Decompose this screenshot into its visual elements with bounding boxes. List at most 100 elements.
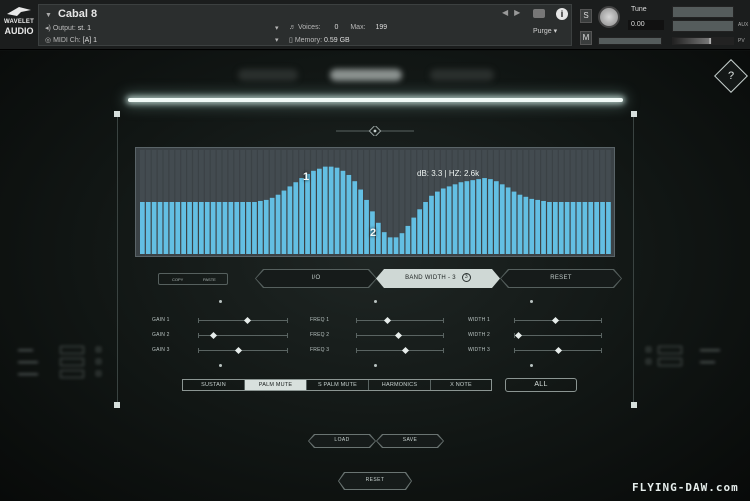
gain-1-slider[interactable] [198, 316, 288, 325]
page-tab-1[interactable] [238, 69, 298, 81]
page-tab-3[interactable] [430, 69, 494, 81]
tab-band-width[interactable]: BAND WIDTH - 3 3 [376, 269, 500, 288]
eq-bar [157, 202, 163, 254]
instrument-name[interactable]: ▼ Cabal 8 [45, 8, 97, 20]
info-icon[interactable]: i [556, 8, 568, 20]
save-button[interactable]: SAVE [376, 434, 444, 448]
right-side-dot[interactable] [646, 347, 651, 352]
memory-value: 0.59 GB [324, 37, 350, 44]
left-side-dot[interactable] [96, 347, 101, 352]
right-side-box[interactable] [658, 358, 682, 366]
memory-label: Memory: [294, 37, 323, 44]
level-meter-left [672, 6, 734, 18]
left-side-box[interactable] [60, 358, 84, 366]
articulation-palm-mute[interactable]: PALM MUTE [245, 380, 307, 390]
help-button[interactable]: ? [714, 59, 748, 93]
pv-label[interactable]: PV [738, 38, 745, 44]
eq-bar [535, 199, 540, 254]
eq-bar [352, 181, 358, 254]
eq-bar [346, 174, 352, 254]
solo-button[interactable]: S [580, 9, 592, 23]
eq-bar [246, 202, 251, 254]
right-side-dot[interactable] [646, 359, 651, 364]
left-side-dot[interactable] [96, 359, 101, 364]
left-side-box[interactable] [60, 346, 84, 354]
tab-io[interactable]: I/O [255, 269, 377, 288]
tune-knob[interactable] [598, 6, 620, 28]
eq-bar [299, 178, 304, 254]
freq-3-label: FREQ 3 [310, 347, 330, 353]
eq-bar [517, 194, 523, 254]
eq-bar [145, 202, 151, 254]
eq-bar [381, 232, 387, 254]
width-2-slider[interactable] [514, 331, 602, 340]
bird-logo-icon [7, 7, 31, 16]
tune-label: Tune [631, 6, 647, 13]
freq-2-slider[interactable] [356, 331, 444, 340]
midi-row[interactable]: ◎ MIDI Ch: [A] 1 [45, 36, 97, 44]
purge-dropdown[interactable]: Purge ▾ [533, 27, 557, 35]
eq-bar [199, 202, 204, 254]
pan-slider[interactable] [598, 37, 662, 45]
eq-bar [529, 198, 535, 254]
eq-bar [464, 181, 470, 254]
eq-bar [169, 202, 175, 254]
eq-node-2[interactable]: 2 [364, 224, 382, 242]
eq-bar [263, 199, 269, 254]
right-side-box[interactable] [658, 346, 682, 354]
eq-node-1[interactable]: 1 [297, 168, 315, 186]
eq-bar [429, 195, 434, 254]
max-label: Max: [350, 24, 366, 31]
paste-button[interactable]: PASTE [203, 277, 216, 282]
level-meter-right [672, 20, 734, 32]
freq-3-slider[interactable] [356, 346, 444, 355]
instrument-name-text: Cabal 8 [57, 8, 98, 20]
midi-value: [A] 1 [82, 37, 98, 44]
gain-2-slider[interactable] [198, 331, 288, 340]
mute-button[interactable]: M [580, 31, 592, 45]
eq-bar [328, 166, 334, 254]
output-value: st. 1 [77, 25, 91, 32]
instrument-panel: ▼ Cabal 8 ◀▶ i ◂) Output: st. 1 ▾ ♬ Voice… [38, 4, 572, 46]
articulation-sustain[interactable]: SUSTAIN [183, 380, 245, 390]
instrument-gui: ? dB: 3.3 | HZ: 2.6k 1 2 COPY PASTE I/O … [0, 51, 750, 501]
aux-label[interactable]: AUX [738, 22, 748, 28]
reset-button[interactable]: RESET [338, 472, 412, 490]
articulation-x-note[interactable]: X NOTE [431, 380, 491, 390]
articulation-s-palm-mute[interactable]: S PALM MUTE [307, 380, 369, 390]
eq-bar [446, 186, 452, 254]
all-articulations-button[interactable]: ALL [505, 378, 577, 392]
tune-value[interactable]: 0.00 [628, 20, 664, 30]
eq-bar [210, 202, 216, 254]
eq-bar [393, 237, 399, 254]
collapse-caret-icon[interactable]: ▼ [45, 12, 52, 19]
eq-bar [499, 184, 505, 254]
eq-bar [269, 197, 275, 254]
instrument-nav-arrows[interactable]: ◀▶ [502, 8, 526, 17]
eq-bar [405, 225, 411, 254]
output-dropdown-icon[interactable]: ▾ [275, 24, 279, 32]
midi-dropdown-icon[interactable]: ▾ [275, 36, 279, 44]
width-2-label: WIDTH 2 [468, 332, 490, 338]
width-3-slider[interactable] [514, 346, 602, 355]
articulation-harmonics[interactable]: HARMONICS [369, 380, 431, 390]
output-row[interactable]: ◂) Output: st. 1 [45, 24, 91, 32]
left-side-dot[interactable] [96, 371, 101, 376]
eq-bar [317, 168, 322, 254]
camera-icon[interactable] [533, 9, 545, 18]
copy-button[interactable]: COPY [172, 277, 183, 282]
divider-dot [530, 364, 533, 367]
left-side-box[interactable] [60, 370, 84, 378]
max-value[interactable]: 199 [375, 24, 387, 31]
divider-dot [530, 300, 533, 303]
page-tab-2[interactable] [330, 69, 402, 81]
width-1-slider[interactable] [514, 316, 602, 325]
gain-3-slider[interactable] [198, 346, 288, 355]
copy-paste-group: COPY PASTE [158, 273, 228, 285]
freq-1-slider[interactable] [356, 316, 444, 325]
volume-slider[interactable] [672, 37, 734, 45]
load-button[interactable]: LOAD [308, 434, 376, 448]
eq-bar [358, 189, 363, 254]
tab-reset[interactable]: RESET [500, 269, 622, 288]
eq-bar [452, 184, 458, 254]
